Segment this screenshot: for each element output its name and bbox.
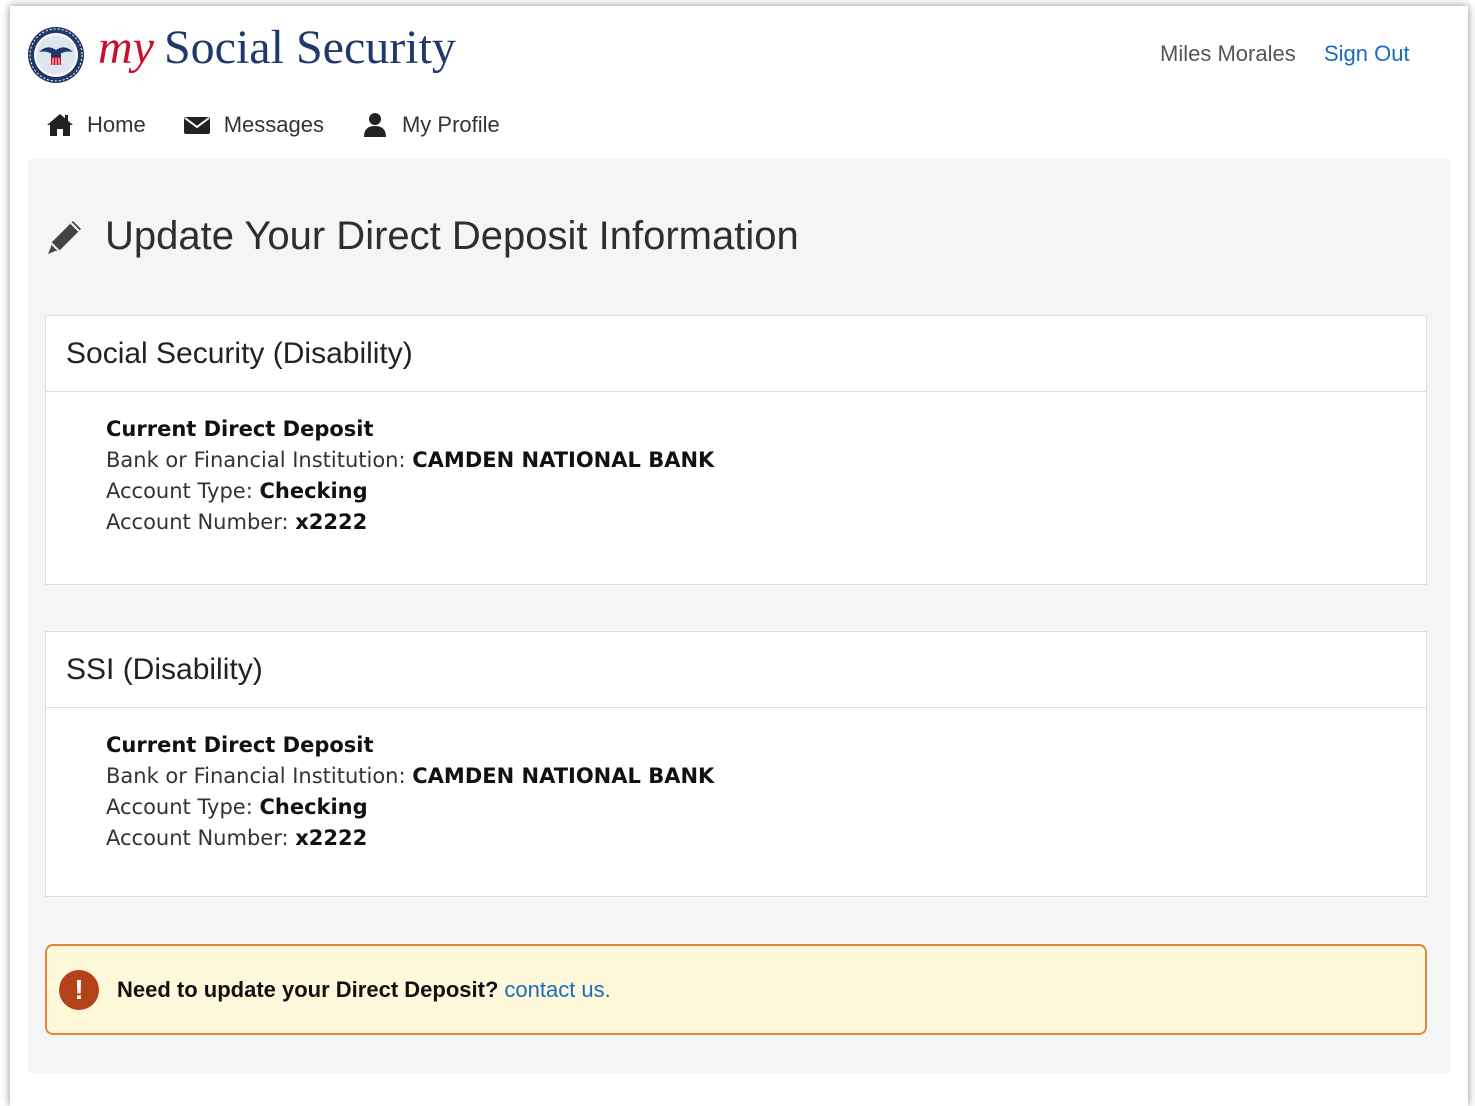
nav-label-home: Home bbox=[87, 112, 146, 137]
bank-value: CAMDEN NATIONAL BANK bbox=[412, 764, 715, 788]
account-number-value: x2222 bbox=[295, 826, 368, 850]
account-type-label: Account Type: bbox=[106, 479, 253, 503]
brand-my: my bbox=[98, 21, 154, 74]
card-body: Current Direct Deposit Bank or Financial… bbox=[46, 708, 1426, 854]
account-number-value: x2222 bbox=[295, 510, 368, 534]
brand-name: Social Security bbox=[163, 21, 456, 74]
user-name: Miles Morales bbox=[1160, 41, 1296, 66]
user-icon bbox=[360, 112, 390, 138]
account-number-row: Account Number: x2222 bbox=[106, 507, 1426, 538]
pencil-icon bbox=[48, 220, 81, 254]
bank-label: Bank or Financial Institution: bbox=[106, 448, 406, 472]
update-alert: ! Need to update your Direct Deposit? co… bbox=[45, 944, 1427, 1035]
card-title: Social Security (Disability) bbox=[46, 316, 1426, 392]
bank-value: CAMDEN NATIONAL BANK bbox=[412, 448, 715, 472]
account-type-label: Account Type: bbox=[106, 795, 253, 819]
nav-item-home[interactable]: Home bbox=[45, 112, 146, 138]
exclamation-icon: ! bbox=[59, 969, 99, 1010]
account-number-label: Account Number: bbox=[106, 510, 289, 534]
nav-label-my-profile: My Profile bbox=[401, 112, 500, 137]
nav-label-messages: Messages bbox=[223, 112, 324, 137]
benefit-card-social-security: Social Security (Disability) Current Dir… bbox=[45, 315, 1427, 585]
section-heading: Current Direct Deposit bbox=[106, 417, 374, 441]
account-type-row: Account Type: Checking bbox=[106, 792, 1426, 823]
home-icon bbox=[45, 112, 75, 138]
card-title: SSI (Disability) bbox=[46, 632, 1426, 708]
card-body: Current Direct Deposit Bank or Financial… bbox=[46, 392, 1426, 538]
section-heading: Current Direct Deposit bbox=[106, 733, 374, 757]
benefit-card-ssi: SSI (Disability) Current Direct Deposit … bbox=[45, 631, 1427, 897]
nav-item-messages[interactable]: Messages bbox=[182, 112, 324, 138]
account-type-row: Account Type: Checking bbox=[106, 476, 1426, 507]
browser-page: my Social Security Miles Morales Sign Out… bbox=[10, 6, 1468, 1106]
bank-row: Bank or Financial Institution: CAMDEN NA… bbox=[106, 445, 1426, 476]
nav-item-my-profile[interactable]: My Profile bbox=[360, 112, 500, 138]
page-title: Update Your Direct Deposit Information bbox=[105, 214, 799, 258]
page-title-row: Update Your Direct Deposit Information bbox=[45, 214, 799, 259]
alert-message: Need to update your Direct Deposit? bbox=[117, 976, 499, 1002]
brand-title[interactable]: my Social Security bbox=[98, 18, 456, 78]
account-number-row: Account Number: x2222 bbox=[106, 823, 1426, 854]
envelope-icon bbox=[182, 112, 212, 138]
main-content: Update Your Direct Deposit Information S… bbox=[28, 159, 1450, 1073]
main-nav: Home Messages My Profile bbox=[45, 112, 536, 138]
bank-row: Bank or Financial Institution: CAMDEN NA… bbox=[106, 761, 1426, 792]
contact-us-link[interactable]: contact us. bbox=[504, 977, 610, 1003]
sign-out-link[interactable]: Sign Out bbox=[1324, 41, 1410, 67]
account-type-value: Checking bbox=[259, 795, 368, 819]
account-type-value: Checking bbox=[259, 479, 368, 503]
bank-label: Bank or Financial Institution: bbox=[106, 764, 406, 788]
account-number-label: Account Number: bbox=[106, 826, 289, 850]
ssa-seal-logo[interactable] bbox=[27, 26, 85, 84]
